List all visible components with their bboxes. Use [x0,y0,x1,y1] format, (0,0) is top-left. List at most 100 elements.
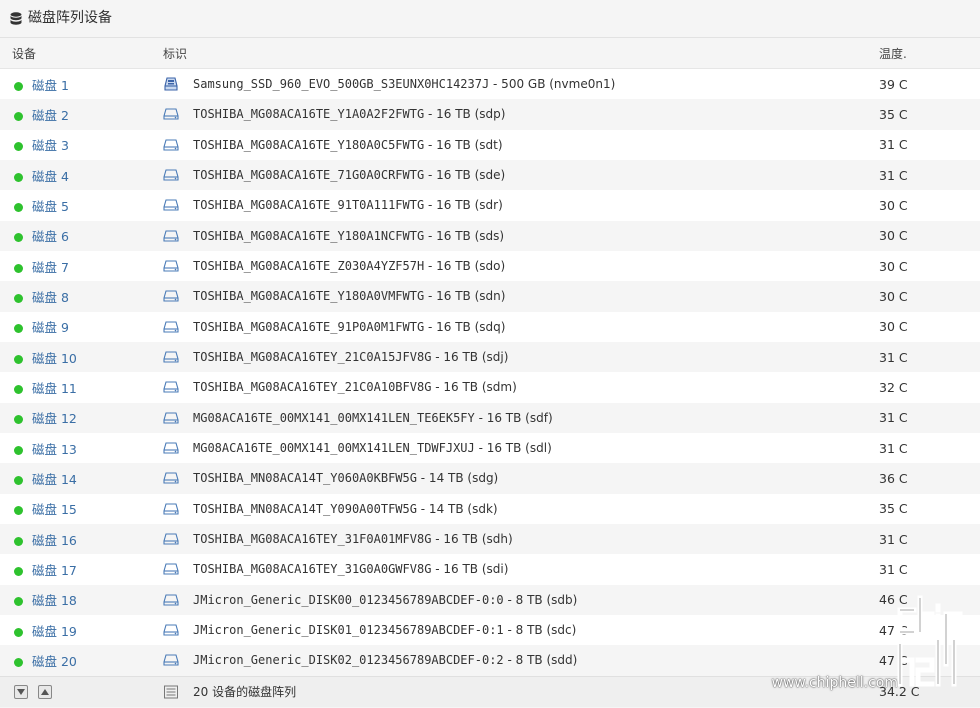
table-header: 设备 标识 温度. [0,38,980,69]
device-link[interactable]: 磁盘 4 [32,169,69,184]
table-row[interactable]: 磁盘 14 TOSHIBA_MN08ACA14T_Y060A0KBFW5G - 1… [0,463,980,494]
disk-identifier: MG08ACA16TE_00MX141_00MX141LEN_TDWFJXUJ [193,441,475,456]
status-dot [14,142,23,152]
status-dot [14,415,23,425]
table-row[interactable]: 磁盘 20 JMicron_Generic_DISK02_0123456789AB… [0,645,980,676]
database-icon [10,11,22,25]
disk-identifier: TOSHIBA_MG08ACA16TE_Y180A0VMFWTG [193,289,425,304]
table-row[interactable]: 磁盘 17 TOSHIBA_MG08ACA16TEY_31G0A0GWFV8G -… [0,554,980,585]
device-link[interactable]: 磁盘 11 [32,381,77,396]
device-link[interactable]: 磁盘 6 [32,229,69,244]
disk-identifier: TOSHIBA_MG08ACA16TE_71G0A0CRFWTG [193,168,425,183]
disk-identifier: TOSHIBA_MG08ACA16TEY_21C0A15JFV8G [193,350,432,365]
hdd-icon [163,199,179,212]
device-link[interactable]: 磁盘 13 [32,442,77,457]
list-icon [164,685,178,699]
table-row[interactable]: 磁盘 4 TOSHIBA_MG08ACA16TE_71G0A0CRFWTG - 1… [0,159,980,191]
watermark-url: www.chiphell.com [771,675,898,691]
hdd-icon [163,533,179,545]
device-link[interactable]: 磁盘 5 [32,199,69,214]
footer-summary: 20 设备的磁盘阵列 [193,685,297,700]
table-row[interactable]: 磁盘 5 TOSHIBA_MG08ACA16TE_91T0A111FWTG - 1… [0,190,980,221]
device-link[interactable]: 磁盘 14 [32,472,77,487]
table-row[interactable]: 磁盘 8 TOSHIBA_MG08ACA16TE_Y180A0VMFWTG - 1… [0,281,980,312]
disk-identifier: JMicron_Generic_DISK02_0123456789ABCDEF-… [193,653,504,668]
device-link[interactable]: 磁盘 12 [32,411,77,426]
disk-temperature: 32 C [879,379,908,395]
chiphell-logo [897,595,963,687]
disk-size-device: - 16 TB (sde) [424,168,506,183]
status-dot [14,506,23,516]
hdd-icon [163,321,179,333]
device-link[interactable]: 磁盘 20 [32,654,77,669]
hdd-icon [163,442,179,454]
device-link[interactable]: 磁盘 17 [32,563,77,578]
collapse-all-button[interactable] [38,684,52,699]
disk-size-device: - 16 TB (sdo) [424,259,506,274]
device-link[interactable]: 磁盘 19 [32,624,77,639]
device-link[interactable]: 磁盘 8 [32,290,69,305]
disk-size-device: - 14 TB (sdg) [416,471,499,486]
hdd-icon [163,230,179,242]
table-row[interactable]: 磁盘 13 MG08ACA16TE_00MX141_00MX141LEN_TDWF… [0,432,980,464]
disk-identifier: TOSHIBA_MG08ACA16TEY_31G0A0GWFV8G [193,562,432,577]
table-row[interactable]: 磁盘 1 Samsung_SSD_960_EVO_500GB_S3EUNX0HC1… [0,69,980,100]
hdd-icon [163,290,179,303]
device-link[interactable]: 磁盘 3 [32,138,69,153]
device-link[interactable]: 磁盘 7 [32,260,69,275]
table-row[interactable]: 磁盘 7 TOSHIBA_MG08ACA16TE_Z030A4YZF57H - 1… [0,250,980,282]
disk-size-device: - 16 TB (sdr) [424,198,503,213]
disk-temperature: 30 C [879,197,908,213]
table-row[interactable]: 磁盘 9 TOSHIBA_MG08ACA16TE_91P0A0M1FWTG - 1… [0,311,980,342]
expand-all-button[interactable] [14,684,28,699]
device-link[interactable]: 磁盘 1 [32,78,69,93]
hdd-icon [163,654,179,666]
status-dot [14,354,23,364]
table-row[interactable]: 磁盘 2 TOSHIBA_MG08ACA16TE_Y1A0A2F2FWTG - 1… [0,99,980,130]
disk-identifier: TOSHIBA_MN08ACA14T_Y090A00TFW5G [193,501,417,516]
column-temperature[interactable]: 温度. [866,45,980,62]
disk-temperature: 39 C [879,76,908,92]
disk-temperature: 35 C [879,106,908,122]
disk-identifier: Samsung_SSD_960_EVO_500GB_S3EUNX0HC14237… [193,77,490,92]
hdd-icon [163,169,179,181]
disk-size-device: - 16 TB (sdl) [474,441,552,456]
disk-size-device: - 16 TB (sdt) [424,137,503,152]
status-dot [14,81,23,91]
device-link[interactable]: 磁盘 18 [32,593,77,608]
disk-size-device: - 8 TB (sdc) [503,623,577,638]
disk-temperature: 30 C [879,258,908,274]
table-row[interactable]: 磁盘 18 JMicron_Generic_DISK00_0123456789AB… [0,584,980,615]
disk-table-body: 磁盘 1 Samsung_SSD_960_EVO_500GB_S3EUNX0HC1… [0,69,980,676]
status-dot [14,475,23,485]
table-row[interactable]: 磁盘 12 MG08ACA16TE_00MX141_00MX141LEN_TE6E… [0,402,980,433]
table-row[interactable]: 磁盘 11 TOSHIBA_MG08ACA16TEY_21C0A10BFV8G -… [0,372,980,403]
table-row[interactable]: 磁盘 16 TOSHIBA_MG08ACA16TEY_31F0A01MFV8G -… [0,523,980,555]
column-identifier[interactable]: 标识 [152,45,866,62]
status-dot [14,597,23,607]
disk-temperature: 31 C [879,349,908,365]
hdd-icon [163,503,179,515]
device-link[interactable]: 磁盘 15 [32,502,77,517]
disk-size-device: - 16 TB (sdq) [424,319,506,334]
device-link[interactable]: 磁盘 16 [32,533,77,548]
disk-temperature: 31 C [879,531,908,547]
hdd-icon [163,594,179,606]
table-row[interactable]: 磁盘 15 TOSHIBA_MN08ACA14T_Y090A00TFW5G - 1… [0,493,980,524]
table-row[interactable]: 磁盘 19 JMicron_Generic_DISK01_0123456789AB… [0,614,980,646]
table-row[interactable]: 磁盘 6 TOSHIBA_MG08ACA16TE_Y180A1NCFWTG - 1… [0,220,980,251]
disk-size-device: - 16 TB (sdf) [474,410,553,425]
hdd-icon [163,108,179,121]
disk-temperature: 30 C [879,288,908,304]
column-device[interactable]: 设备 [0,45,152,62]
device-link[interactable]: 磁盘 9 [32,320,69,335]
disk-temperature: 30 C [879,228,908,244]
device-link[interactable]: 磁盘 2 [32,108,69,123]
status-dot [14,233,23,243]
table-row[interactable]: 磁盘 3 TOSHIBA_MG08ACA16TE_Y180A0C5FWTG - 1… [0,129,980,160]
disk-size-device: - 16 TB (sdm) [431,380,517,395]
status-dot [14,657,23,667]
table-row[interactable]: 磁盘 10 TOSHIBA_MG08ACA16TEY_21C0A15JFV8G -… [0,341,980,373]
disk-size-device: - 16 TB (sdp) [424,107,506,122]
device-link[interactable]: 磁盘 10 [32,351,77,366]
